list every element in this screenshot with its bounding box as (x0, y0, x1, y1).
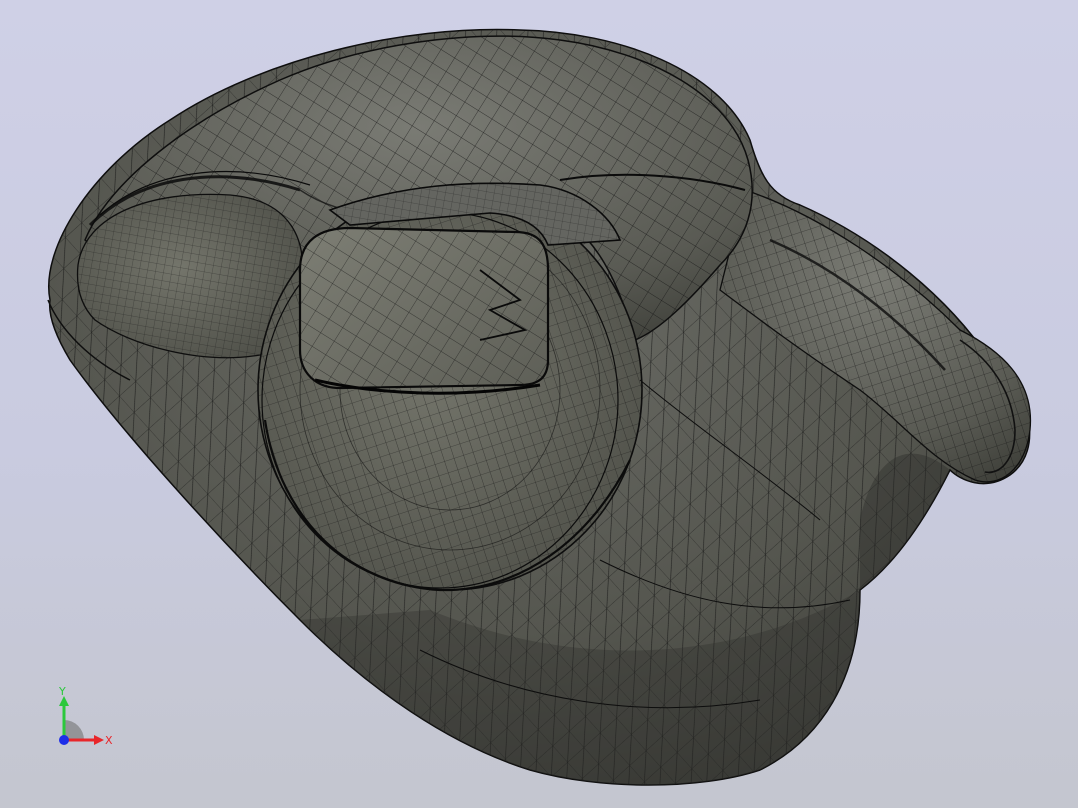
x-axis-arrow (94, 735, 104, 745)
mesh-model[interactable] (0, 0, 1078, 808)
y-axis-label: Y (58, 685, 66, 698)
x-axis-label: X (105, 734, 113, 747)
3d-viewport[interactable]: Y X (0, 0, 1078, 808)
axis-triad: Y X (58, 685, 113, 747)
z-axis-dot (59, 735, 69, 745)
